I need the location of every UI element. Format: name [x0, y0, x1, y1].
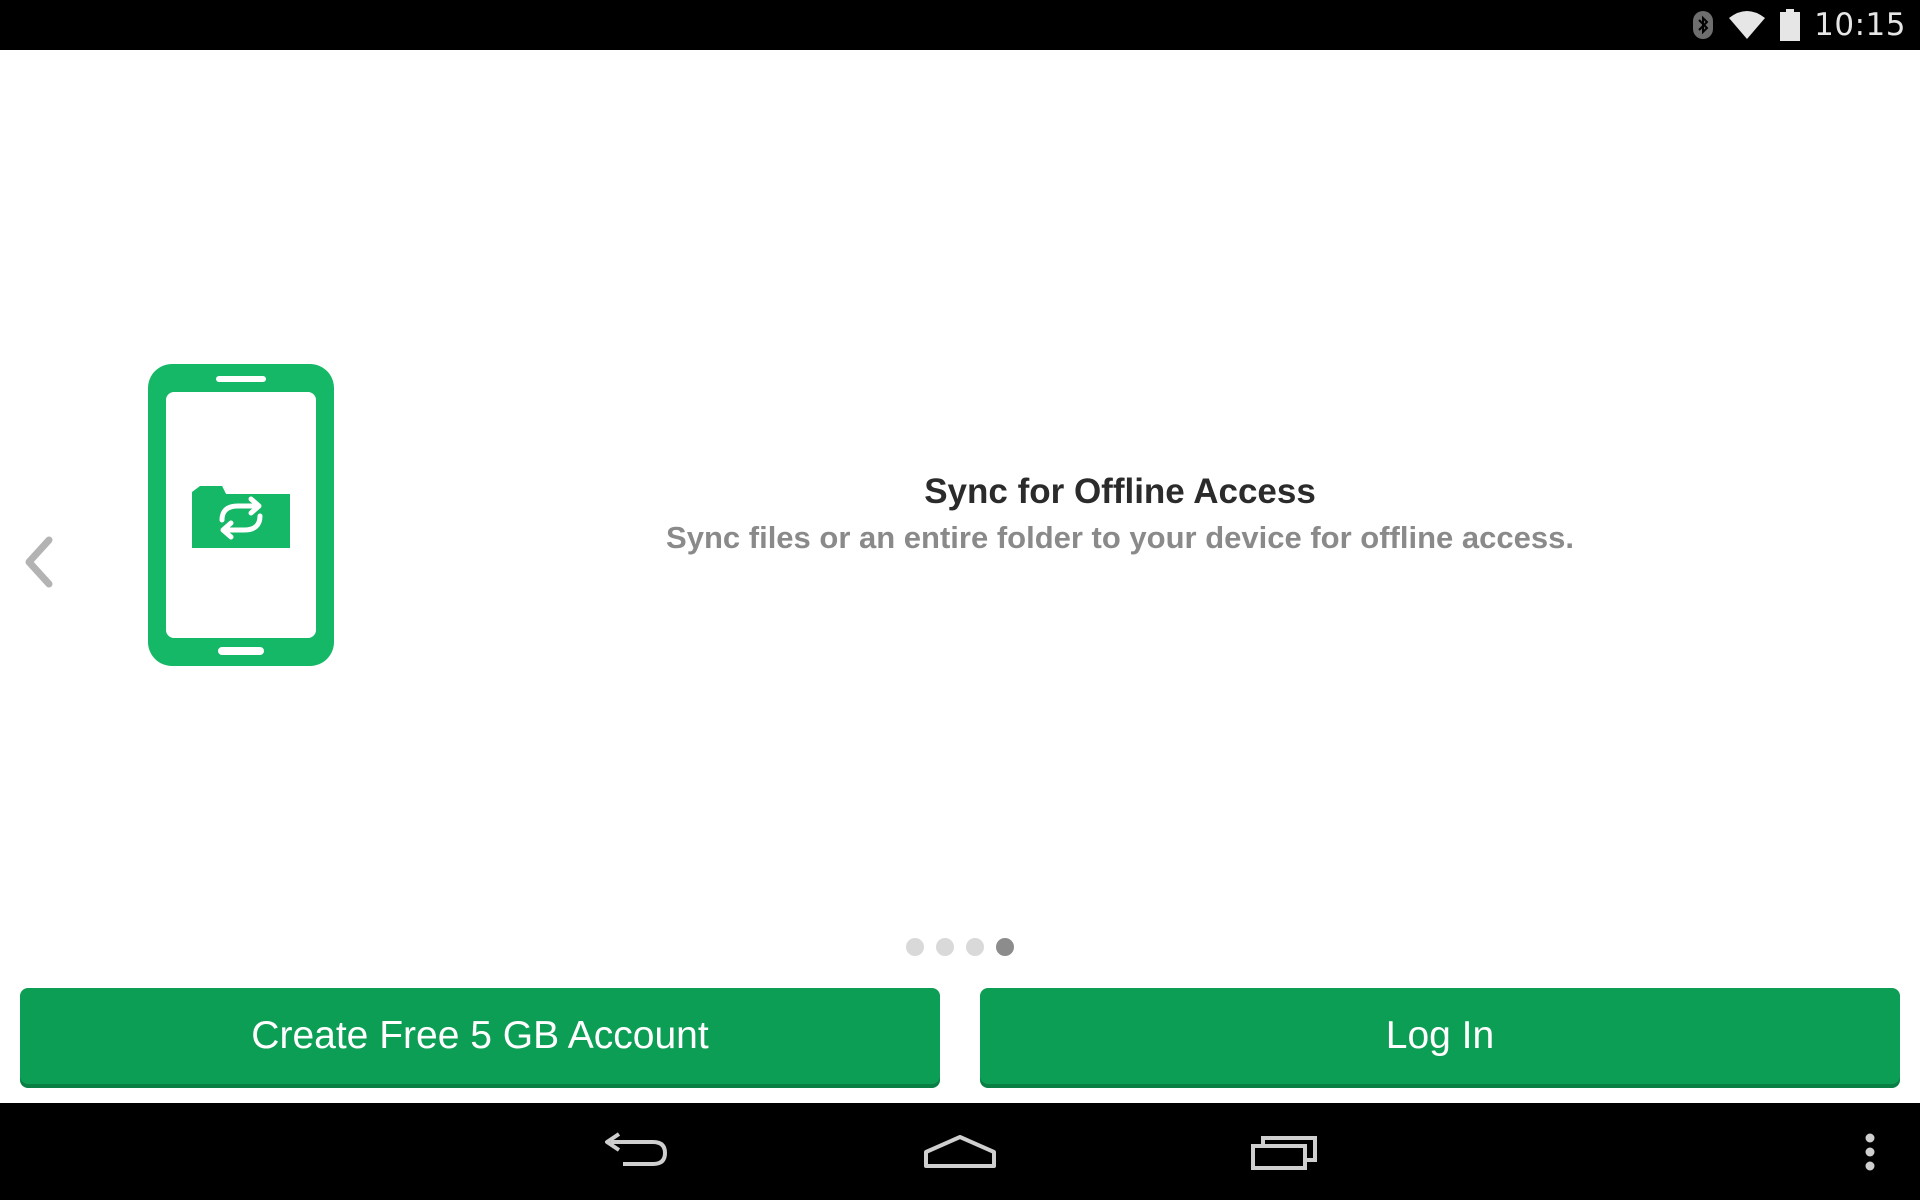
overflow-menu-button[interactable]	[1850, 1103, 1890, 1200]
wifi-icon	[1728, 10, 1766, 40]
page-dot-4-active[interactable]	[996, 938, 1014, 956]
onboarding-content: Sync for Offline Access Sync files or an…	[0, 50, 1920, 1103]
status-time: 10:15	[1814, 7, 1906, 43]
home-button[interactable]	[905, 1103, 1015, 1200]
status-bar: 10:15	[0, 0, 1920, 50]
carousel-prev-button[interactable]	[18, 532, 58, 592]
slide-description: Sync files or an entire folder to your d…	[666, 520, 1574, 555]
recents-icon	[1251, 1135, 1317, 1170]
slide-title: Sync for Offline Access	[924, 472, 1316, 511]
slide-text: Sync for Offline Access Sync files or an…	[540, 468, 1700, 560]
phone-sync-folder-illustration	[148, 364, 334, 666]
overflow-menu-icon	[1865, 1133, 1875, 1170]
page-dot-1[interactable]	[906, 938, 924, 956]
page-dot-3[interactable]	[966, 938, 984, 956]
back-icon	[605, 1131, 668, 1166]
create-account-button[interactable]: Create Free 5 GB Account	[20, 988, 940, 1084]
log-in-button[interactable]: Log In	[980, 988, 1900, 1084]
page-dot-2[interactable]	[936, 938, 954, 956]
bluetooth-icon	[1692, 10, 1714, 40]
recents-button[interactable]	[1230, 1103, 1340, 1200]
home-icon	[924, 1134, 996, 1168]
back-button[interactable]	[580, 1103, 690, 1200]
chevron-left-icon	[25, 536, 53, 588]
folder-icon	[192, 486, 290, 548]
carousel-page-indicator	[0, 938, 1920, 956]
navigation-bar	[0, 1103, 1920, 1200]
battery-icon	[1780, 9, 1801, 41]
